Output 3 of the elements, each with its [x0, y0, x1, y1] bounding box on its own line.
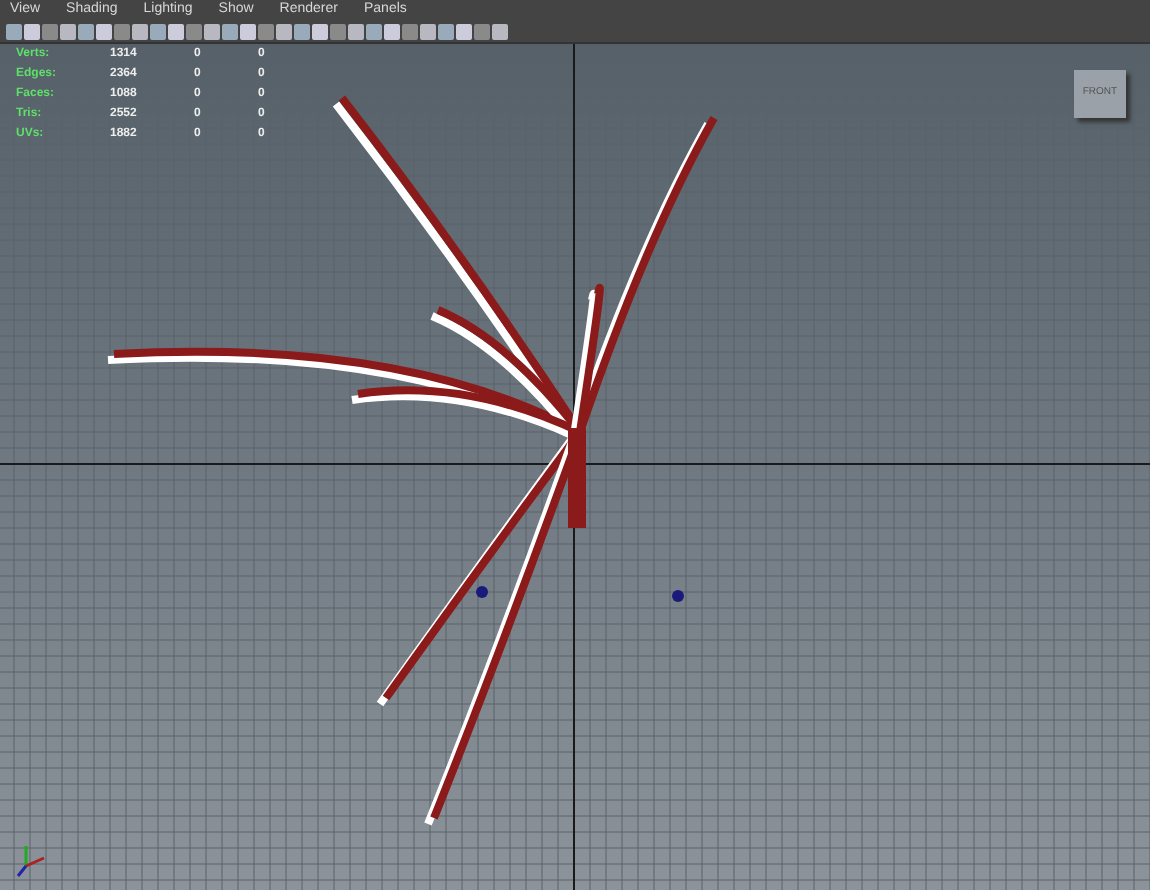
axis-gizmo-icon: [16, 846, 45, 877]
pivot-dot: [672, 590, 684, 602]
pivot-dot: [476, 586, 488, 598]
